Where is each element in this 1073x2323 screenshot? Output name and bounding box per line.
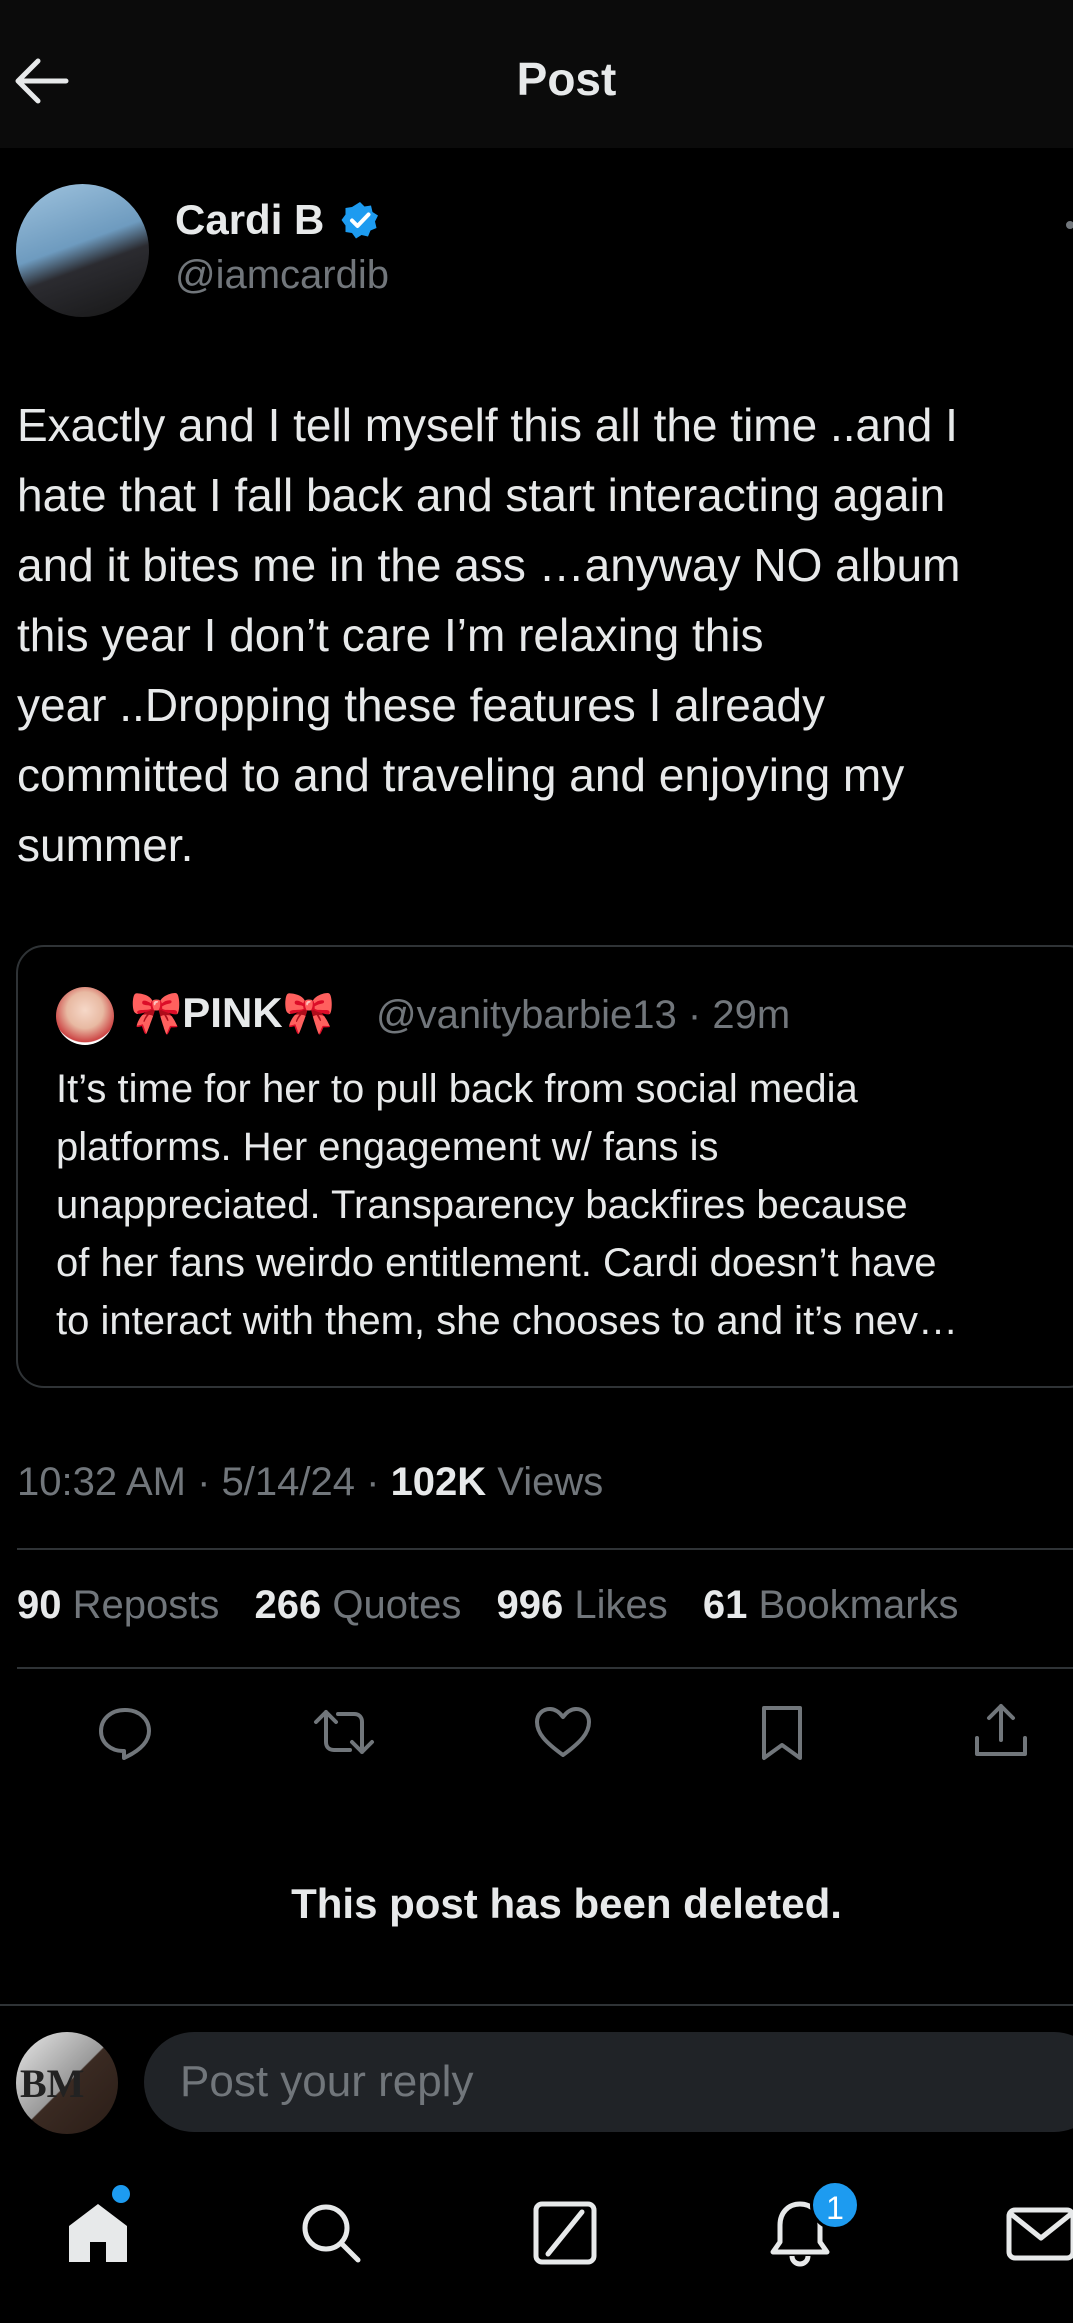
author-name[interactable]: Cardi B <box>175 196 324 244</box>
divider <box>17 1667 1073 1669</box>
reposts-count: 90 <box>17 1583 62 1627</box>
bow-emoji: 🎀 <box>130 989 183 1036</box>
verified-badge-icon <box>340 200 380 240</box>
quoted-author-name-text: PINK <box>182 989 283 1036</box>
notification-count-badge: 1 <box>810 2180 860 2230</box>
share-icon[interactable] <box>969 1700 1033 1764</box>
quotes-stat[interactable]: 266 Quotes <box>255 1583 462 1628</box>
likes-stat[interactable]: 996 Likes <box>496 1583 667 1628</box>
top-bar: Post <box>0 0 1073 148</box>
avatar-initials: BM <box>20 2061 85 2106</box>
author-handle[interactable]: @iamcardib <box>175 253 389 298</box>
deleted-notice: This post has been deleted. <box>291 1880 842 1927</box>
post-timestamp: 10:32 AM · 5/14/24 · 102K Views <box>17 1460 603 1505</box>
messages-icon[interactable] <box>1003 2198 1073 2268</box>
post-datetime: 10:32 AM · 5/14/24 · <box>17 1460 391 1504</box>
views-count: 102K <box>390 1460 487 1504</box>
bookmarks-stat[interactable]: 61 Bookmarks <box>703 1583 959 1628</box>
more-options-icon[interactable] <box>1066 221 1073 229</box>
bookmarks-label: Bookmarks <box>758 1583 959 1627</box>
quoted-handle-time: @vanitybarbie13 · 29m <box>376 993 791 1037</box>
search-icon[interactable] <box>296 2198 366 2268</box>
bow-emoji: 🎀 <box>282 989 335 1036</box>
bookmark-icon[interactable] <box>750 1700 814 1764</box>
reposts-label: Reposts <box>72 1583 220 1627</box>
current-user-avatar[interactable]: BM <box>16 2032 118 2134</box>
divider <box>0 2004 1073 2006</box>
post-detail-page: Post Cardi B @iamcardib Exactly and I te… <box>0 0 1073 2323</box>
quoted-author-avatar <box>56 987 114 1045</box>
likes-count: 996 <box>496 1583 564 1627</box>
divider <box>17 1548 1073 1550</box>
author-avatar[interactable] <box>16 184 149 317</box>
reply-icon[interactable] <box>93 1700 157 1764</box>
quotes-label: Quotes <box>332 1583 462 1627</box>
bookmarks-count: 61 <box>702 1583 748 1627</box>
post-text: Exactly and I tell myself this all the t… <box>17 399 961 871</box>
grok-icon[interactable] <box>530 2198 600 2268</box>
reposts-stat[interactable]: 90 Reposts <box>17 1583 219 1628</box>
likes-label: Likes <box>574 1583 668 1627</box>
page-title: Post <box>516 53 617 105</box>
repost-icon[interactable] <box>312 1700 376 1764</box>
quoted-author-name: 🎀PINK🎀 <box>130 989 335 1038</box>
views-label: Views <box>486 1460 604 1504</box>
quotes-count: 266 <box>254 1583 322 1627</box>
engagement-stats: 90 Reposts 266 Quotes 996 Likes 61 Bookm… <box>17 1583 983 1628</box>
quoted-post-text: It’s time for her to pull back from soci… <box>56 1067 958 1343</box>
quoted-post-card[interactable]: 🎀PINK🎀 @vanitybarbie13 · 29m It’s time f… <box>16 945 1073 1388</box>
like-icon[interactable] <box>531 1700 595 1764</box>
home-unread-dot <box>112 2185 130 2203</box>
home-icon[interactable] <box>63 2198 133 2268</box>
reply-input[interactable] <box>144 2032 1073 2132</box>
